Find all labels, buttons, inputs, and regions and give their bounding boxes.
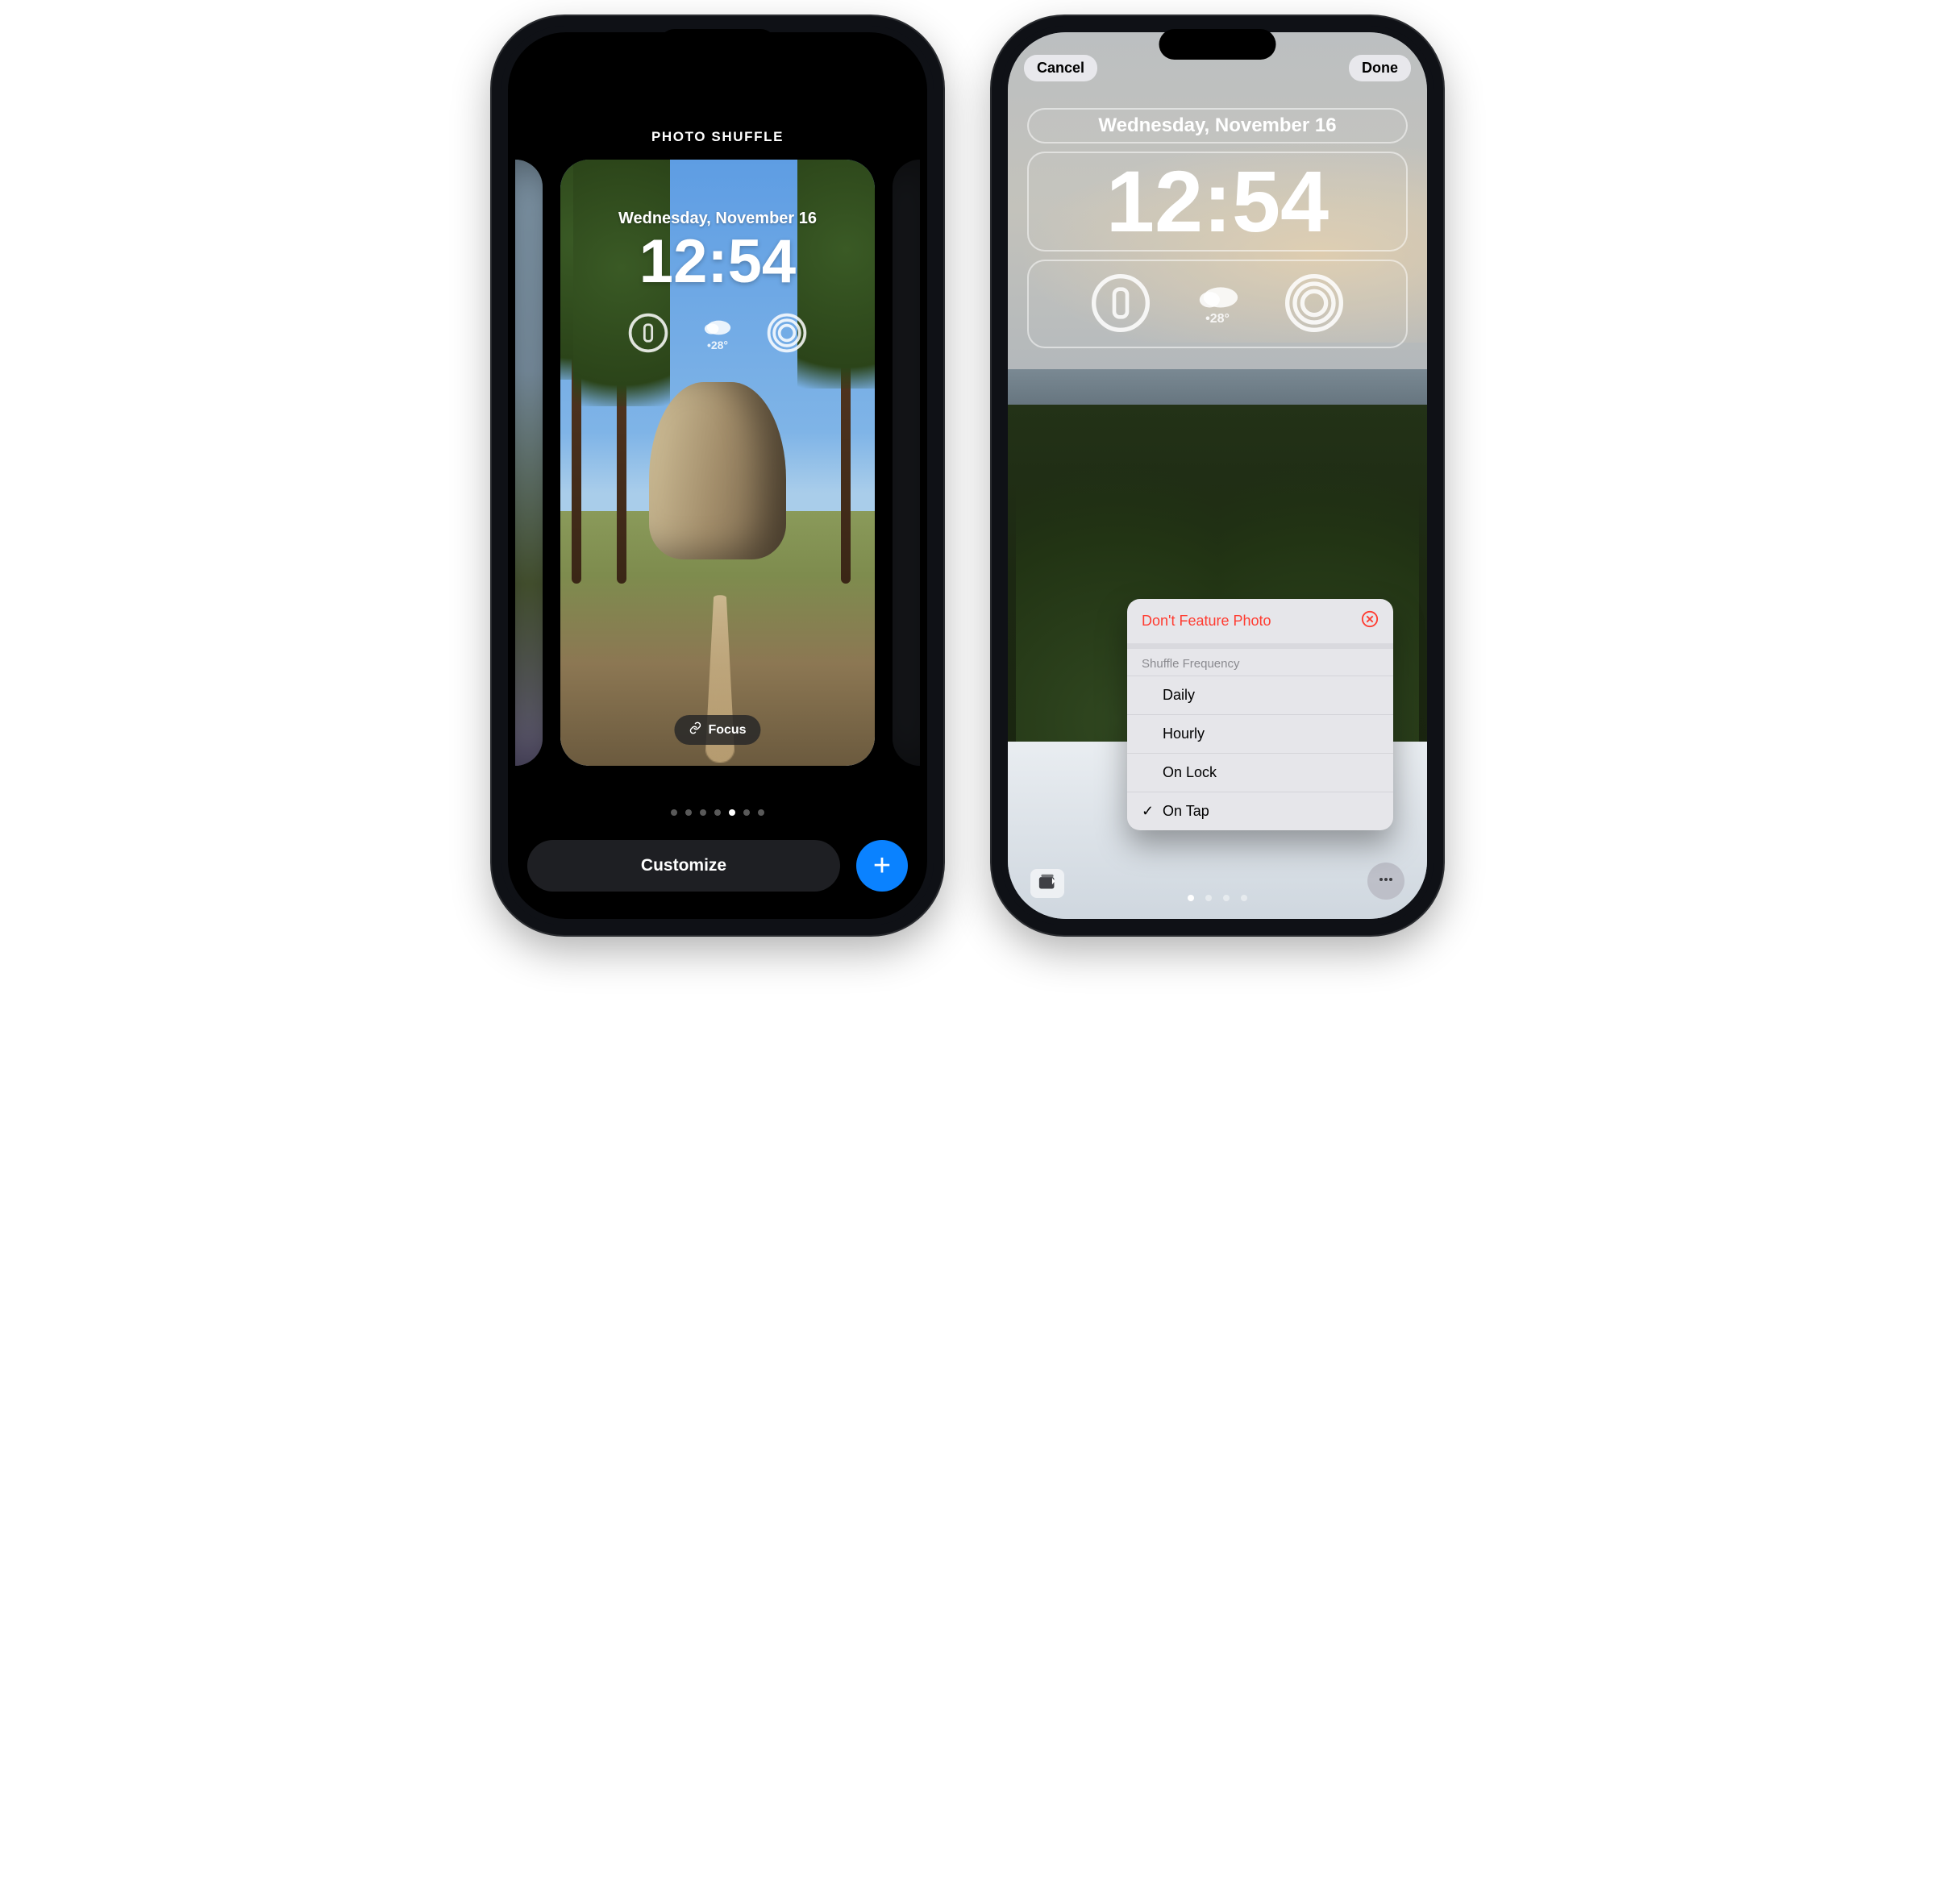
- shuffle-frequency-option[interactable]: Daily: [1127, 676, 1393, 714]
- lockscreen-overlay: Wednesday, November 16 12:54 •28°: [560, 160, 875, 766]
- focus-label: Focus: [708, 723, 746, 738]
- option-label: Hourly: [1163, 725, 1205, 742]
- lockscreen-date: Wednesday, November 16: [560, 210, 875, 228]
- editor-date-slot[interactable]: Wednesday, November 16: [1027, 108, 1408, 143]
- phone-gallery: PHOTO SHUFFLE Wednesday, November 16 12:…: [492, 16, 943, 935]
- page-dot[interactable]: [1223, 895, 1230, 901]
- style-page-dots[interactable]: [1188, 895, 1247, 901]
- page-dot[interactable]: [1188, 895, 1194, 901]
- weather-widget: •28°: [693, 309, 742, 357]
- photo-shuffle-gallery-button[interactable]: [1030, 869, 1064, 898]
- lockscreen-time: 12:54: [560, 231, 875, 293]
- editor-more-button[interactable]: [1367, 863, 1404, 900]
- customize-button[interactable]: Customize: [527, 840, 840, 892]
- editor-style-pager: [1008, 895, 1427, 901]
- option-label: Daily: [1163, 687, 1195, 704]
- screen-editor: Cancel Done Wednesday, November 16 12:54…: [1008, 32, 1427, 919]
- page-dot[interactable]: [671, 809, 677, 816]
- wallpaper-title: PHOTO SHUFFLE: [508, 129, 927, 145]
- weather-temp: •28°: [1205, 312, 1230, 326]
- photo-stack-icon: [1037, 873, 1058, 895]
- dynamic-island: [1159, 29, 1276, 60]
- page-dot[interactable]: [729, 809, 735, 816]
- weather-widget[interactable]: •28°: [1184, 269, 1251, 337]
- shuffle-frequency-option[interactable]: On Lock: [1127, 753, 1393, 792]
- wallpaper-page-dots[interactable]: [508, 809, 927, 816]
- customize-label: Customize: [641, 856, 726, 875]
- activity-rings-widget[interactable]: [1280, 269, 1348, 337]
- cancel-label: Cancel: [1037, 60, 1084, 76]
- editor-widgets-slot[interactable]: •28°: [1027, 260, 1408, 348]
- gallery-bottom-bar: Customize +: [527, 840, 908, 892]
- option-label: On Tap: [1163, 803, 1209, 820]
- wallpaper-card-current[interactable]: Wednesday, November 16 12:54 •28°: [560, 160, 875, 766]
- shuffle-frequency-header: Shuffle Frequency: [1127, 649, 1393, 676]
- wallpaper-prev-peek[interactable]: [515, 160, 543, 766]
- editor-widgets-stack: Wednesday, November 16 12:54 •28°: [1027, 108, 1408, 348]
- activity-rings-widget: [763, 309, 811, 357]
- page-dot[interactable]: [700, 809, 706, 816]
- dynamic-island: [660, 29, 776, 60]
- plus-icon: +: [873, 849, 891, 883]
- focus-link-chip[interactable]: Focus: [674, 715, 760, 745]
- editor-time: 12:54: [1101, 152, 1334, 255]
- editor-date: Wednesday, November 16: [1098, 114, 1336, 136]
- add-wallpaper-button[interactable]: +: [856, 840, 908, 892]
- page-dot[interactable]: [685, 809, 692, 816]
- phone-editor: Cancel Done Wednesday, November 16 12:54…: [992, 16, 1443, 935]
- done-label: Done: [1362, 60, 1398, 76]
- page-dot[interactable]: [1205, 895, 1212, 901]
- watch-battery-widget: [624, 309, 672, 357]
- weather-temp: •28°: [707, 339, 728, 351]
- wallpaper-next-peek[interactable]: [893, 160, 920, 766]
- page-dot[interactable]: [1241, 895, 1247, 901]
- shuffle-options-menu: Don't Feature Photo Shuffle Frequency Da…: [1127, 599, 1393, 830]
- screen-gallery: PHOTO SHUFFLE Wednesday, November 16 12:…: [508, 32, 927, 919]
- ellipsis-icon: [1376, 870, 1396, 893]
- checkmark-icon: ✓: [1142, 803, 1155, 820]
- link-icon: [689, 721, 701, 738]
- menu-separator: [1127, 643, 1393, 649]
- dont-feature-photo-item[interactable]: Don't Feature Photo: [1127, 599, 1393, 643]
- shuffle-frequency-option[interactable]: ✓ On Tap: [1127, 792, 1393, 830]
- option-label: On Lock: [1163, 764, 1217, 781]
- page-dot[interactable]: [758, 809, 764, 816]
- watch-battery-widget[interactable]: [1087, 269, 1155, 337]
- done-button[interactable]: Done: [1349, 55, 1411, 81]
- cancel-button[interactable]: Cancel: [1024, 55, 1097, 81]
- page-dot[interactable]: [743, 809, 750, 816]
- shuffle-frequency-option[interactable]: Hourly: [1127, 714, 1393, 753]
- remove-circle-icon: [1361, 610, 1379, 632]
- editor-time-slot[interactable]: 12:54: [1027, 152, 1408, 252]
- lockscreen-widgets-row: •28°: [560, 309, 875, 357]
- page-dot[interactable]: [714, 809, 721, 816]
- dont-feature-label: Don't Feature Photo: [1142, 613, 1271, 630]
- wallpaper-carousel[interactable]: Wednesday, November 16 12:54 •28°: [508, 160, 927, 766]
